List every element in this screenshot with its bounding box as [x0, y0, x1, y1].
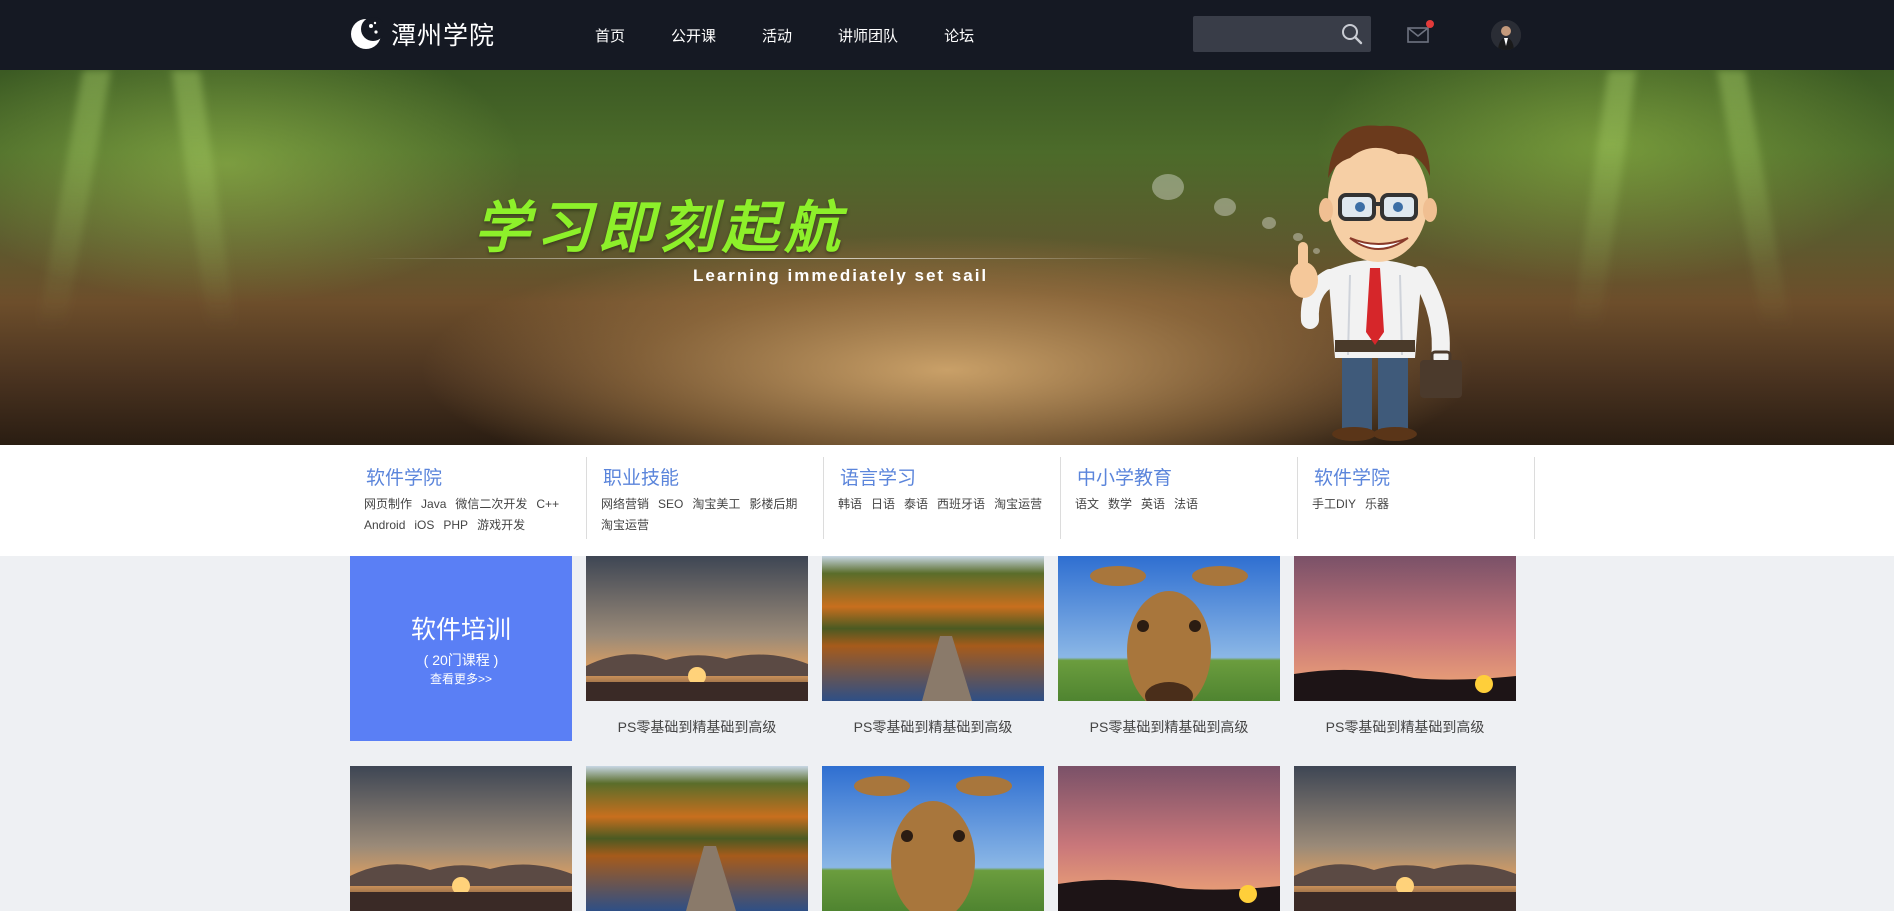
bubble-decoration [1262, 217, 1276, 229]
nav-home[interactable]: 首页 [595, 25, 625, 46]
main-nav: 首页 公开课 活动 讲师团队 论坛 [595, 0, 1020, 70]
category-link[interactable]: 游戏开发 [477, 518, 525, 532]
category-link[interactable]: 泰语 [904, 497, 928, 511]
light-streak [171, 70, 237, 330]
nav-teachers[interactable]: 讲师团队 [838, 25, 898, 46]
hero-banner[interactable]: 学习即刻起航 Learning immediately set sail [0, 70, 1894, 445]
light-streak [1571, 70, 1637, 330]
category-links: 网页制作 Java 微信二次开发 C++ Android iOS PHP 游戏开发 [364, 494, 586, 536]
category-title[interactable]: 软件学院 [366, 463, 442, 490]
category-link[interactable]: 网络营销 [601, 497, 649, 511]
category-software: 软件学院 网页制作 Java 微信二次开发 C++ Android iOS PHP 游戏开发 [350, 457, 587, 539]
category-link[interactable]: Android [364, 518, 405, 532]
category-links: 网络营销 SEO 淘宝美工 影楼后期 淘宝运营 [601, 494, 823, 536]
nav-open-class[interactable]: 公开课 [671, 25, 716, 46]
feature-course-count: ( 20门课程 ) [423, 652, 499, 668]
course-caption: PS零基础到精基础到高级 [853, 719, 1013, 735]
course-card[interactable] [1058, 766, 1280, 911]
course-card[interactable] [1294, 766, 1516, 911]
category-link[interactable]: 韩语 [838, 497, 862, 511]
category-link[interactable]: iOS [414, 518, 434, 532]
giraffe-thumbnail [1058, 556, 1280, 701]
course-caption: PS零基础到精基础到高级 [1089, 719, 1249, 735]
light-streak [37, 70, 111, 330]
notification-dot [1426, 20, 1434, 28]
course-card[interactable] [350, 766, 572, 911]
category-language: 语言学习 韩语 日语 泰语 西班牙语 淘宝运营 [824, 457, 1061, 539]
category-career: 职业技能 网络营销 SEO 淘宝美工 影楼后期 淘宝运营 [587, 457, 824, 539]
user-portrait-icon [1491, 20, 1521, 50]
category-bar: 软件学院 网页制作 Java 微信二次开发 C++ Android iOS PHP 游戏开发… [0, 445, 1894, 556]
bubble-decoration [1152, 174, 1184, 200]
sunset-clouds-thumbnail [1294, 766, 1516, 911]
course-caption: PS零基础到精基础到高级 [617, 719, 777, 735]
category-links: 韩语 日语 泰语 西班牙语 淘宝运营 [838, 494, 1060, 515]
mail-icon [1407, 27, 1429, 43]
top-header: 潭州学院 首页 公开课 活动 讲师团队 论坛 [0, 0, 1894, 70]
giraffe-thumbnail [822, 766, 1044, 911]
feature-software-training[interactable]: 软件培训 ( 20门课程 ) 查看更多>> [350, 556, 572, 741]
category-crafts: 软件学院 手工DIY 乐器 [1298, 457, 1535, 539]
sunset-clouds-thumbnail [586, 556, 808, 701]
category-link[interactable]: C++ [536, 497, 559, 511]
category-link[interactable]: PHP [443, 518, 468, 532]
category-title[interactable]: 职业技能 [603, 463, 679, 490]
category-link[interactable]: 语文 [1075, 497, 1099, 511]
course-card[interactable]: PS零基础到精基础到高级 [586, 556, 808, 737]
category-links: 语文 数学 英语 法语 [1075, 494, 1297, 515]
category-link[interactable]: 淘宝运营 [601, 518, 649, 532]
search-box [1193, 16, 1371, 52]
nav-events[interactable]: 活动 [762, 25, 792, 46]
category-link[interactable]: 乐器 [1365, 497, 1389, 511]
forest-lake-dock-thumbnail [822, 556, 1044, 701]
category-title[interactable]: 语言学习 [840, 463, 916, 490]
moon-logo-icon [351, 17, 383, 49]
category-link[interactable]: 淘宝运营 [994, 497, 1042, 511]
course-card[interactable]: PS零基础到精基础到高级 [1058, 556, 1280, 737]
category-link[interactable]: 淘宝美工 [692, 497, 740, 511]
category-k12: 中小学教育 语文 数学 英语 法语 [1061, 457, 1298, 539]
banner-subslogan: Learning immediately set sail [693, 266, 989, 285]
category-link[interactable]: 英语 [1141, 497, 1165, 511]
category-link[interactable]: SEO [658, 497, 683, 511]
course-card[interactable]: PS零基础到精基础到高级 [822, 556, 1044, 737]
light-streak [1717, 70, 1791, 330]
category-link[interactable]: 网页制作 [364, 497, 412, 511]
site-logo[interactable]: 潭州学院 [349, 14, 495, 54]
forest-lake-dock-thumbnail [586, 766, 808, 911]
bubble-decoration [1214, 198, 1236, 216]
pink-sunset-thumbnail [1294, 556, 1516, 701]
course-card[interactable] [822, 766, 1044, 911]
category-link[interactable]: 手工DIY [1312, 497, 1356, 511]
banner-divider [365, 258, 1155, 259]
category-links: 手工DIY 乐器 [1312, 494, 1534, 515]
category-link[interactable]: 西班牙语 [937, 497, 985, 511]
course-caption: PS零基础到精基础到高级 [1325, 719, 1485, 735]
mail-button[interactable] [1406, 20, 1434, 46]
search-icon[interactable] [1339, 21, 1365, 47]
pink-sunset-thumbnail [1058, 766, 1280, 911]
sunset-clouds-thumbnail [350, 766, 572, 911]
course-card[interactable] [586, 766, 808, 911]
category-title[interactable]: 软件学院 [1314, 463, 1390, 490]
category-link[interactable]: 法语 [1174, 497, 1198, 511]
nav-forum[interactable]: 论坛 [944, 25, 974, 46]
category-title[interactable]: 中小学教育 [1077, 463, 1172, 490]
category-link[interactable]: Java [421, 497, 446, 511]
user-avatar[interactable] [1491, 20, 1521, 50]
feature-title: 软件培训 [410, 616, 511, 644]
category-link[interactable]: 影楼后期 [749, 497, 797, 511]
category-link[interactable]: 微信二次开发 [455, 497, 527, 511]
cartoon-teacher-icon [1290, 125, 1462, 441]
view-more-link[interactable]: 查看更多>> [350, 670, 572, 687]
category-link[interactable]: 数学 [1108, 497, 1132, 511]
banner-slogan: 学习即刻起航 [474, 196, 846, 259]
course-card[interactable]: PS零基础到精基础到高级 [1294, 556, 1516, 737]
category-link[interactable]: 日语 [871, 497, 895, 511]
site-name: 潭州学院 [391, 22, 496, 50]
search-input[interactable] [1201, 23, 1345, 47]
